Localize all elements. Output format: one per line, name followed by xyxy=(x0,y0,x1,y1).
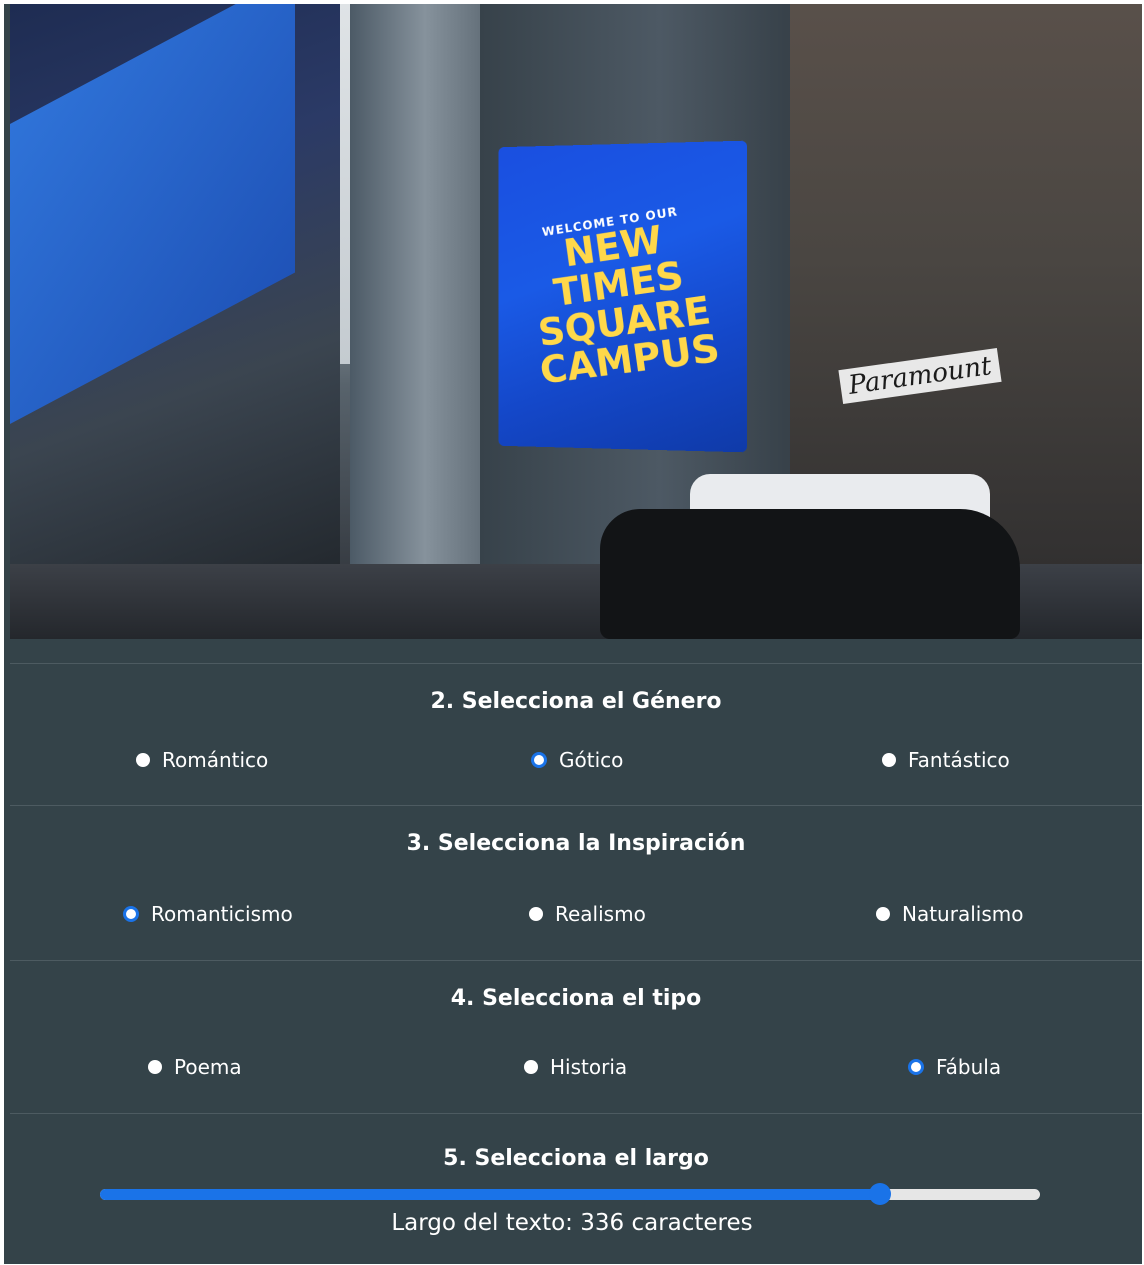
genre-option-gotico[interactable]: Gótico xyxy=(531,748,623,772)
genre-title: 2. Selecciona el Género xyxy=(430,689,722,714)
genre-option-romantico[interactable]: Romántico xyxy=(136,748,268,772)
radio-romantico[interactable] xyxy=(136,753,150,767)
radio-gotico[interactable] xyxy=(531,752,547,768)
type-option-fabula[interactable]: Fábula xyxy=(908,1055,1001,1079)
length-slider-fill xyxy=(100,1189,881,1200)
radio-fantastico[interactable] xyxy=(882,753,896,767)
genre-option-fantastico[interactable]: Fantástico xyxy=(882,748,1010,772)
type-option-label: Poema xyxy=(174,1055,242,1079)
length-title: 5. Selecciona el largo xyxy=(443,1146,709,1171)
inspiration-option-realismo[interactable]: Realismo xyxy=(529,902,646,926)
app-frame: WELCOME TO OUR NEW TIMES SQUARE CAMPUS P… xyxy=(4,4,1142,1264)
inspiration-option-romanticismo[interactable]: Romanticismo xyxy=(123,902,293,926)
radio-fabula[interactable] xyxy=(908,1059,924,1075)
photo-car xyxy=(600,509,1020,639)
inspiration-option-naturalismo[interactable]: Naturalismo xyxy=(876,902,1023,926)
genre-option-label: Romántico xyxy=(162,748,269,772)
radio-poema[interactable] xyxy=(148,1060,162,1074)
header-photo: WELCOME TO OUR NEW TIMES SQUARE CAMPUS P… xyxy=(10,4,1142,639)
inspiration-option-label: Realismo xyxy=(555,902,646,926)
type-option-label: Historia xyxy=(550,1055,628,1079)
type-option-historia[interactable]: Historia xyxy=(524,1055,627,1079)
inspiration-section: 3. Selecciona la Inspiración Romanticism… xyxy=(10,805,1142,961)
type-section: 4. Selecciona el tipo Poema Historia Fáb… xyxy=(10,960,1142,1114)
length-label: Largo del texto: 336 caracteres xyxy=(391,1210,753,1236)
photo-campus-billboard: WELCOME TO OUR NEW TIMES SQUARE CAMPUS xyxy=(498,140,748,453)
inspiration-title: 3. Selecciona la Inspiración xyxy=(406,831,746,856)
inspiration-option-label: Romanticismo xyxy=(151,902,293,926)
inspiration-option-label: Naturalismo xyxy=(902,902,1024,926)
type-option-poema[interactable]: Poema xyxy=(148,1055,242,1079)
radio-realismo[interactable] xyxy=(529,907,543,921)
genre-option-label: Fantástico xyxy=(908,748,1010,772)
radio-naturalismo[interactable] xyxy=(876,907,890,921)
genre-option-label: Gótico xyxy=(559,748,624,772)
radio-romanticismo[interactable] xyxy=(123,906,139,922)
genre-section: 2. Selecciona el Género Romántico Gótico… xyxy=(10,663,1142,806)
length-slider[interactable] xyxy=(100,1183,1040,1205)
type-option-label: Fábula xyxy=(936,1055,1002,1079)
radio-historia[interactable] xyxy=(524,1060,538,1074)
photo-building-center xyxy=(350,4,500,564)
type-title: 4. Selecciona el tipo xyxy=(450,986,702,1011)
